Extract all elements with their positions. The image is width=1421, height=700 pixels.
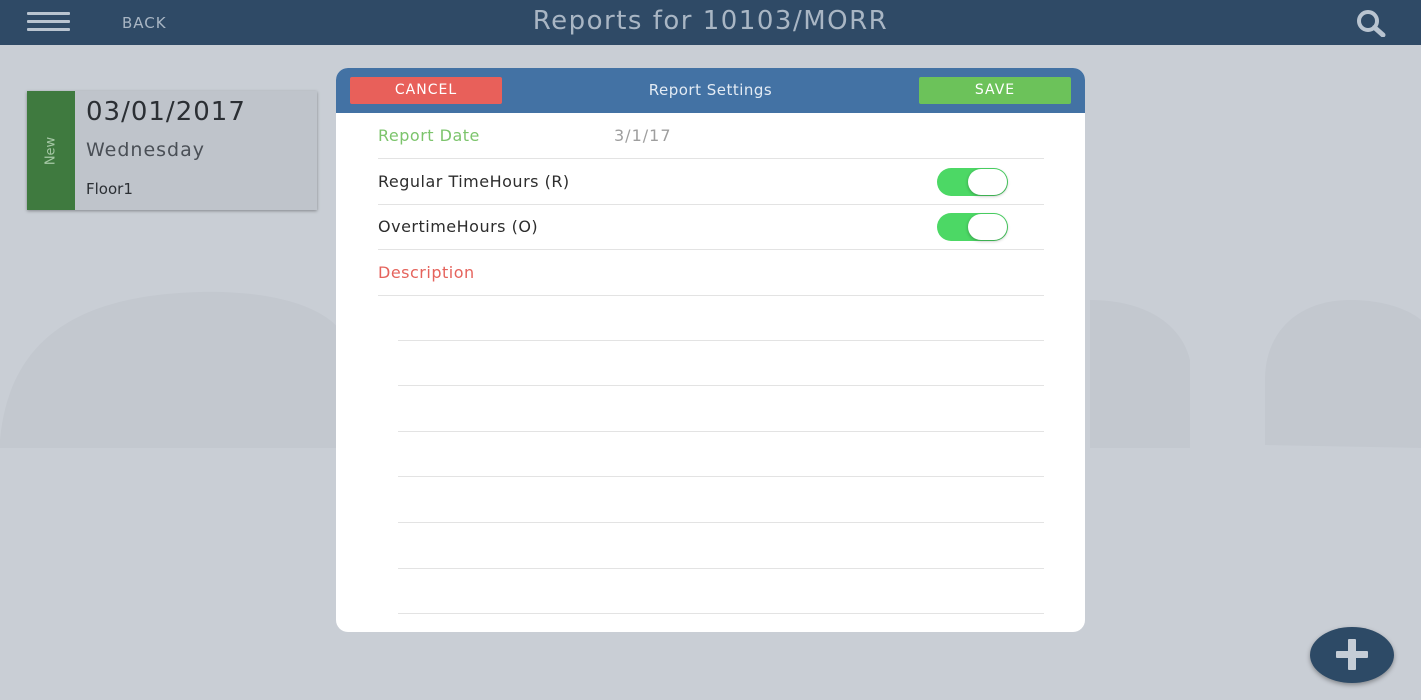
regular-hours-row: Regular TimeHours (R) (378, 159, 1044, 205)
report-card-location: Floor1 (86, 180, 133, 198)
toggle-knob (968, 214, 1007, 240)
search-icon[interactable] (1352, 9, 1392, 37)
add-report-button[interactable] (1310, 627, 1394, 683)
report-settings-dialog: CANCEL Report Settings SAVE Report Date … (336, 68, 1085, 632)
description-row: Description (378, 250, 1044, 296)
report-card-date: 03/01/2017 (86, 97, 246, 127)
regular-hours-label: Regular TimeHours (R) (378, 172, 570, 191)
toggle-knob (968, 169, 1007, 195)
page-title: Reports for 10103/MORR (532, 6, 889, 36)
report-date-row[interactable]: Report Date 3/1/17 (378, 113, 1044, 159)
report-date-label: Report Date (378, 126, 480, 145)
report-card-day: Wednesday (86, 139, 206, 161)
regular-hours-toggle[interactable] (937, 168, 1008, 196)
overtime-hours-toggle[interactable] (937, 213, 1008, 241)
report-date-value[interactable]: 3/1/17 (614, 126, 672, 145)
status-label: New (43, 136, 59, 166)
overtime-hours-row: OvertimeHours (O) (378, 204, 1044, 250)
app-root: BACK Reports for 10103/MORR New 03/01/20… (0, 0, 1421, 700)
report-card[interactable]: New 03/01/2017 Wednesday Floor1 (27, 91, 317, 210)
status-strip: New (27, 91, 75, 210)
overtime-hours-label: OvertimeHours (O) (378, 217, 539, 236)
description-textarea[interactable] (398, 295, 1044, 615)
description-label: Description (378, 263, 475, 282)
save-button[interactable]: SAVE (919, 77, 1071, 104)
dialog-header: CANCEL Report Settings SAVE (336, 68, 1085, 113)
top-navigation-bar: BACK Reports for 10103/MORR (0, 0, 1421, 45)
